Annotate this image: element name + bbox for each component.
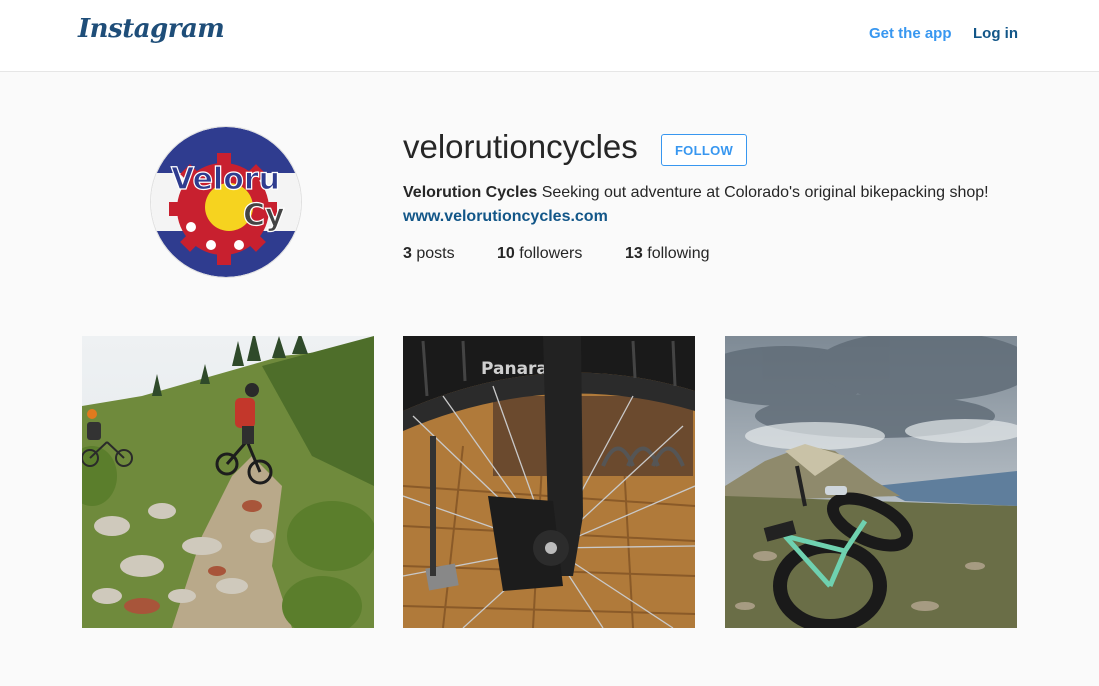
followers-count-stat[interactable]: 10 followers (497, 245, 582, 263)
posts-count-stat: 3 posts (403, 245, 455, 263)
profile-full-name: Velorution Cycles (403, 184, 538, 201)
posts-label: posts (411, 245, 455, 262)
post-thumbnail-2[interactable]: Panara (403, 336, 695, 628)
followers-label: followers (514, 245, 583, 262)
post-thumbnail-3[interactable] (725, 336, 1017, 628)
get-the-app-link[interactable]: Get the app (869, 25, 952, 42)
post-thumbnail-1[interactable] (82, 336, 374, 628)
following-count-stat[interactable]: 13 following (625, 245, 710, 263)
avatar-text-top: Veloru (171, 162, 280, 197)
top-navigation-bar: Instagram Get the app Log in (0, 0, 1099, 72)
bio-text: Seeking out adventure at Colorado's orig… (537, 184, 989, 201)
tire-brand-text: Panara (481, 359, 548, 379)
profile-website-link[interactable]: www.velorutioncycles.com (403, 208, 608, 226)
posts-count: 3 (403, 245, 412, 262)
instagram-logo[interactable]: Instagram (78, 14, 225, 44)
log-in-link[interactable]: Log in (973, 25, 1018, 42)
followers-count: 10 (497, 245, 515, 262)
profile-bio: Velorution Cycles Seeking out adventure … (403, 184, 989, 202)
profile-username: velorutioncycles (403, 128, 638, 165)
following-count: 13 (625, 245, 643, 262)
follow-button[interactable]: FOLLOW (661, 134, 747, 166)
following-label: following (642, 245, 710, 262)
avatar-text-bottom: Cy (243, 198, 285, 233)
profile-avatar: Veloru Cy (150, 126, 302, 278)
